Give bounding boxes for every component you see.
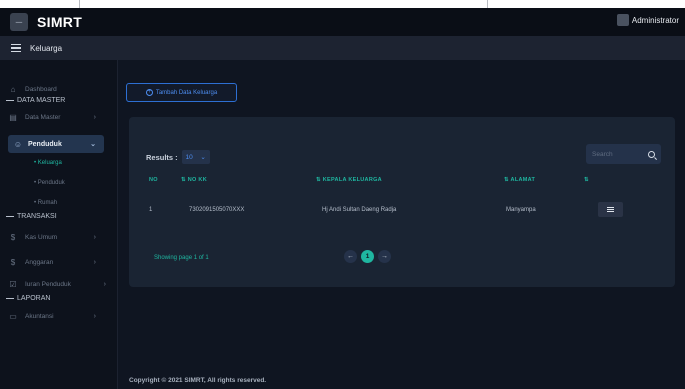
chevron-right-icon: › <box>93 233 96 241</box>
cell-no: 1 <box>149 207 153 213</box>
sidebar-item-kas-umum[interactable]: $ Kas Umum › <box>0 228 118 246</box>
row-action-menu-icon[interactable] <box>598 202 623 217</box>
sidebar-item-label: Anggaran <box>25 258 54 266</box>
sub-header: Keluarga <box>0 36 685 60</box>
dollar-icon: $ <box>10 257 16 267</box>
cell-alamat: Manyampa <box>506 207 536 213</box>
column-header-kepala-keluarga[interactable]: ⇅ KEPALA KELUARGA <box>316 177 382 183</box>
footer-copyright: Copyright © 2021 SIMRT, All rights reser… <box>129 377 267 384</box>
sidebar-item-label: Penduduk <box>28 140 62 148</box>
search-placeholder: Search <box>592 150 613 158</box>
folder-icon: ▤ <box>9 112 17 122</box>
chevron-down-icon: ⌄ <box>90 141 96 148</box>
page-number-button[interactable]: 1 <box>361 250 374 263</box>
column-header-no[interactable]: NO <box>149 177 158 183</box>
sidebar-item-label: Data Master <box>25 113 61 121</box>
sidebar-item-penduduk[interactable]: ☺ Penduduk ⌄ <box>8 135 104 153</box>
results-per-page-select[interactable]: 10 ⌄ <box>181 150 210 164</box>
column-header-aksi[interactable]: ⇅ <box>584 177 589 183</box>
sidebar-item-akuntansi[interactable]: ▭ Akuntansi › <box>0 307 118 325</box>
sort-icon: ⇅ <box>181 177 188 183</box>
sidebar-section-transaksi: TRANSAKSI <box>6 213 57 220</box>
top-navbar: ─ SIMRT Administrator <box>0 8 685 36</box>
sort-icon: ⇅ <box>316 177 323 183</box>
user-menu[interactable]: Administrator <box>616 14 679 26</box>
results-control: Results : 10 ⌄ <box>146 150 210 164</box>
sidebar-item-label: Dashboard <box>25 85 57 93</box>
sidebar-subitem-keluarga[interactable]: • Keluarga <box>34 160 62 166</box>
sidebar-subitem-rumah[interactable]: • Rumah <box>34 200 57 206</box>
column-header-alamat[interactable]: ⇅ ALAMAT <box>504 177 535 183</box>
sidebar-section-laporan: LAPORAN <box>6 295 50 302</box>
add-family-button[interactable]: + Tambah Data Keluarga <box>126 83 237 102</box>
cell-kepala-keluarga: Hj Andi Sultan Daeng Radja <box>322 207 397 213</box>
avatar <box>616 14 629 26</box>
sidebar: ⌂ Dashboard DATA MASTER ▤ Data Master › … <box>0 60 118 389</box>
chevron-right-icon: › <box>93 312 96 320</box>
users-icon: ☺ <box>13 139 23 149</box>
hamburger-menu-icon[interactable] <box>11 43 21 53</box>
sidebar-item-anggaran[interactable]: $ Anggaran › <box>0 253 118 271</box>
logo-icon[interactable]: ─ <box>10 13 28 31</box>
table-card: Results : 10 ⌄ Search NO ⇅ NO KK ⇅ KEPAL… <box>129 117 675 287</box>
dollar-icon: $ <box>10 232 16 242</box>
checkbox-icon: ☑ <box>9 279 17 289</box>
cell-no-kk: 7302091505070XXX <box>189 207 245 213</box>
main-content: + Tambah Data Keluarga Results : 10 ⌄ Se… <box>118 60 685 389</box>
next-page-icon[interactable]: → <box>378 250 391 263</box>
previous-page-icon[interactable]: ← <box>344 250 357 263</box>
sidebar-item-iuran[interactable]: ☑ Iuran Penduduk › <box>0 275 118 293</box>
sidebar-item-label: Akuntansi <box>25 312 54 320</box>
monitor-icon: ▭ <box>9 311 17 321</box>
sidebar-item-label: Kas Umum <box>25 233 58 241</box>
sidebar-item-data-master[interactable]: ▤ Data Master › <box>0 108 118 126</box>
plus-circle-icon: + <box>145 89 153 96</box>
sidebar-item-dashboard[interactable]: ⌂ Dashboard <box>0 80 118 98</box>
sidebar-section-data-master: DATA MASTER <box>6 97 65 104</box>
search-input[interactable]: Search <box>586 144 661 164</box>
page-title: Keluarga <box>30 43 63 53</box>
sidebar-subitem-penduduk[interactable]: • Penduduk <box>34 180 65 186</box>
pagination: ← 1 → <box>344 250 391 263</box>
user-label: Administrator <box>631 15 679 25</box>
chevron-down-icon: ⌄ <box>200 154 206 161</box>
chevron-right-icon: › <box>93 258 96 266</box>
sort-icon: ⇅ <box>584 177 589 183</box>
search-icon[interactable] <box>648 150 655 158</box>
chevron-right-icon: › <box>93 113 96 121</box>
chevron-right-icon: › <box>103 280 106 288</box>
window-top-strip <box>0 0 685 8</box>
home-icon: ⌂ <box>10 84 16 94</box>
pagination-info: Showing page 1 of 1 <box>154 255 209 261</box>
sidebar-item-label: Iuran Penduduk <box>25 280 71 288</box>
results-label: Results : <box>146 152 178 162</box>
column-header-no-kk[interactable]: ⇅ NO KK <box>181 177 207 183</box>
app-title[interactable]: SIMRT <box>37 14 82 30</box>
